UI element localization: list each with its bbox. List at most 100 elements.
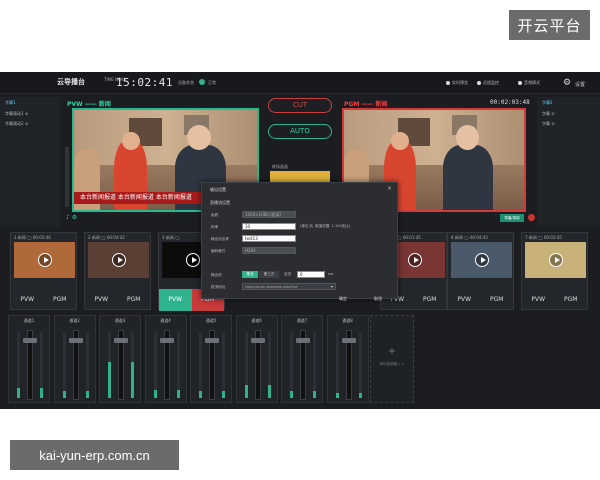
source-pvw-button[interactable]: PVW <box>85 289 118 311</box>
source-pvw-button[interactable]: PVW <box>159 289 192 311</box>
fader-handle[interactable] <box>68 338 83 343</box>
fader-handle[interactable] <box>159 338 174 343</box>
right-panel-item[interactable]: 字幕 ⊘ <box>537 119 600 129</box>
cancel-button[interactable]: 取消 <box>374 296 382 302</box>
source-card[interactable]: 2 新闻 ◯ 00:04:42 PVW PGM <box>84 232 151 310</box>
top-bar: 云导播台 TIME NOW 15:02:41 设备状态 正常 实时预览 远程监控… <box>0 72 600 94</box>
source-card[interactable]: 1 新闻 ◯ 00:03:46 PVW PGM <box>10 232 77 310</box>
play-icon[interactable] <box>37 253 52 267</box>
chevron-down-icon: ▾ <box>330 284 333 289</box>
play-icon[interactable] <box>185 253 200 267</box>
pvw-audio-icon[interactable]: ♪ ⚙ <box>66 214 77 221</box>
push-url-select[interactable]: rtmp://push.example.com/live ▾ <box>242 283 336 290</box>
level-meter <box>222 332 225 398</box>
play-icon[interactable] <box>407 253 422 267</box>
level-meter <box>62 332 66 398</box>
fader-handle[interactable] <box>205 338 219 343</box>
play-icon[interactable] <box>111 253 126 267</box>
left-panel-item[interactable]: 字幕滚动1 ⊘ <box>0 109 60 119</box>
add-audio-input-button[interactable]: + 添加音频输入 + <box>370 315 414 403</box>
fader-handle[interactable] <box>296 338 310 343</box>
source-pvw-button[interactable]: PVW <box>522 289 555 311</box>
left-scrollbar[interactable] <box>65 147 69 207</box>
close-icon[interactable]: × <box>387 185 392 192</box>
level-meter <box>358 332 362 398</box>
output-settings-dialog: 输出设置 × 直播流设置 画质 1920×1080 (超清) 码率 10 (单位… <box>201 182 398 302</box>
source-thumbnail[interactable] <box>525 242 586 278</box>
dialog-section-title: 直播流设置 <box>210 200 230 205</box>
fader-handle[interactable] <box>341 338 356 343</box>
source-pgm-button[interactable]: PGM <box>414 289 447 311</box>
level-meter <box>176 332 180 398</box>
radio-icon <box>518 81 522 85</box>
realtime-preview-toggle[interactable]: 实时预览 <box>446 80 468 86</box>
play-icon[interactable] <box>474 253 489 267</box>
channel-name: 通道7 <box>296 318 308 323</box>
source-pvw-button[interactable]: PVW <box>11 289 44 311</box>
source-card[interactable]: 6 新闻 ◯ 00:04:43 PVW PGM <box>447 232 514 310</box>
remote-monitor-toggle[interactable]: 远程监控 <box>477 80 499 86</box>
audio-channel: 通道8 <box>326 315 369 403</box>
audio-mixer: + 添加音频输入 + 通道1 通道2 通道3 通道4 通道5 通道6 通道7 通道8 <box>8 315 592 405</box>
source-pvw-button[interactable]: PVW <box>448 289 481 311</box>
channel-name: 通道6 <box>251 318 262 323</box>
source-thumbnail[interactable] <box>88 242 149 278</box>
left-panel-title: 字幕1 <box>5 100 16 105</box>
play-icon[interactable] <box>548 253 563 267</box>
auto-button[interactable]: AUTO <box>268 124 332 139</box>
source-buttons: PVW PGM <box>522 289 587 311</box>
ok-button[interactable]: 确定 <box>339 296 347 302</box>
source-header: 2 新闻 ◯ 00:04:42 <box>88 235 125 240</box>
source-pgm-button[interactable]: PGM <box>481 289 514 311</box>
transition-label: 转场画面 <box>272 164 288 169</box>
level-meter <box>153 332 157 398</box>
channel-name: 通道3 <box>114 318 126 323</box>
bitrate-field[interactable]: 10 <box>242 223 296 230</box>
audio-channel: 通道5 <box>190 315 232 403</box>
fader-handle[interactable] <box>23 338 37 343</box>
source-thumbnail[interactable] <box>451 242 512 278</box>
audio-channel: 通道2 <box>53 315 96 403</box>
level-meter <box>267 332 271 398</box>
app-title: 云导播台 <box>57 78 85 86</box>
push-url-label: 推流地址 <box>211 285 226 289</box>
pgm-label: PGM —— 新闻 <box>344 101 388 108</box>
pgm-stop-icon[interactable] <box>528 214 535 221</box>
plus-icon: + <box>387 346 397 357</box>
level-meter <box>17 332 20 398</box>
pgm-timer: 00:02:03:48 <box>490 99 530 106</box>
gear-icon[interactable]: ⚙ <box>563 78 571 88</box>
delay-label: 延迟 <box>284 272 292 276</box>
level-meter <box>290 332 293 398</box>
pvw-label: PVW —— 新闻 <box>67 101 111 108</box>
pgm-record-button[interactable]: 导播/录制 <box>500 214 524 222</box>
audio-mode-toggle[interactable]: 音频模式 <box>518 80 540 86</box>
source-buttons: PVW PGM <box>11 289 76 311</box>
source-pgm-button[interactable]: PGM <box>118 289 151 311</box>
source-card[interactable]: 7 新闻 ◯ 00:03:45 PVW PGM <box>521 232 588 310</box>
output-thirdparty-option[interactable]: 第三方 <box>259 271 279 278</box>
left-overlay-panel: 字幕1 字幕滚动1 ⊘ 字幕滚动2 ⊘ <box>0 97 69 227</box>
channel-name: 通道1 <box>23 318 35 323</box>
left-panel-item[interactable]: 字幕滚动2 ⊘ <box>0 119 60 129</box>
source-pgm-button[interactable]: PGM <box>555 289 588 311</box>
fader-handle[interactable] <box>114 338 128 343</box>
right-panel-title: 字幕2 <box>542 100 553 105</box>
level-meter <box>85 332 89 398</box>
stream-name-field[interactable]: test13 <box>242 235 296 242</box>
cut-button[interactable]: CUT <box>268 98 332 113</box>
audio-channel: 通道1 <box>8 315 50 403</box>
output-push-option[interactable]: 推流 <box>242 271 258 278</box>
fader-handle[interactable] <box>250 338 265 343</box>
stream-name-label: 输出流名称 <box>211 237 229 241</box>
settings-label[interactable]: 设置 <box>575 81 585 88</box>
right-panel-item[interactable]: 字幕 ⊘ <box>537 109 600 119</box>
source-thumbnail[interactable] <box>14 242 75 278</box>
delay-input[interactable]: 0 <box>297 271 325 278</box>
level-meter <box>244 332 248 398</box>
source-header: 3 新闻 ◯ <box>162 235 180 240</box>
source-header: 6 新闻 ◯ 00:04:43 <box>451 235 488 240</box>
source-pgm-button[interactable]: PGM <box>44 289 77 311</box>
audio-channel: 通道4 <box>144 315 187 403</box>
level-meter <box>108 332 111 398</box>
